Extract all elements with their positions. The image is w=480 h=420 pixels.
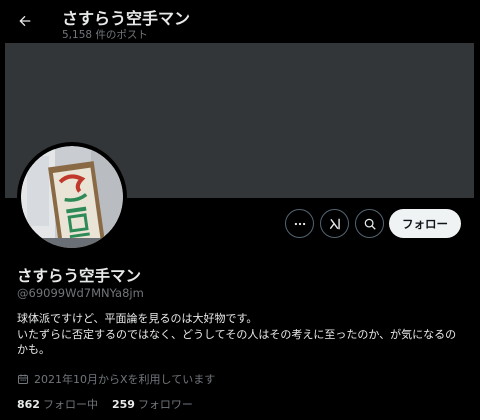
profile-header: さすらう空手マン 5,158 件のポスト bbox=[0, 0, 480, 43]
follow-stats: 862 フォロー中 259 フォロワー bbox=[17, 396, 193, 412]
followers-label: フォロワー bbox=[137, 398, 193, 411]
join-date-text: 2021年10月からXを利用しています bbox=[34, 373, 216, 386]
search-button[interactable] bbox=[355, 209, 384, 238]
back-button[interactable] bbox=[10, 6, 40, 36]
header-title: さすらう空手マン bbox=[62, 9, 191, 28]
join-date: 2021年10月からXを利用しています bbox=[17, 371, 215, 387]
search-icon bbox=[364, 218, 376, 230]
followers-count: 259 bbox=[111, 398, 135, 411]
follow-button[interactable]: フォロー bbox=[389, 209, 461, 238]
bio-line: かも。 bbox=[17, 343, 50, 356]
avatar[interactable] bbox=[17, 142, 127, 252]
followers-link[interactable]: 259 フォロワー bbox=[112, 396, 193, 412]
profile-page: さすらう空手マン 5,158 件のポスト フォロー さすらう空手マン @6909… bbox=[0, 0, 480, 420]
profile-handle: @69099Wd7MNYa8jm bbox=[17, 286, 144, 300]
bio-line: いたずらに否定するのではなく、どうしてその人はその考えに至ったのか、が気になるの bbox=[17, 327, 457, 341]
more-button[interactable] bbox=[285, 209, 314, 238]
arrow-left-icon bbox=[19, 15, 31, 27]
grok-button[interactable] bbox=[320, 209, 349, 238]
bio-line: 球体派ですけど、平面論を見るのは大好物です。 bbox=[17, 312, 258, 325]
profile-name: さすらう空手マン bbox=[17, 267, 142, 285]
calendar-icon bbox=[18, 374, 28, 384]
following-count: 862 bbox=[17, 398, 40, 411]
following-label: フォロー中 bbox=[42, 398, 98, 411]
grok-icon bbox=[329, 218, 340, 229]
following-link[interactable]: 862 フォロー中 bbox=[17, 396, 98, 412]
post-count: 5,158 件のポスト bbox=[62, 29, 148, 41]
avatar-photo bbox=[21, 146, 123, 248]
more-horizontal-icon bbox=[294, 222, 305, 225]
profile-bio: 球体派ですけど、平面論を見るのは大好物です。 いたずらに否定するのではなく、どう… bbox=[17, 311, 467, 358]
